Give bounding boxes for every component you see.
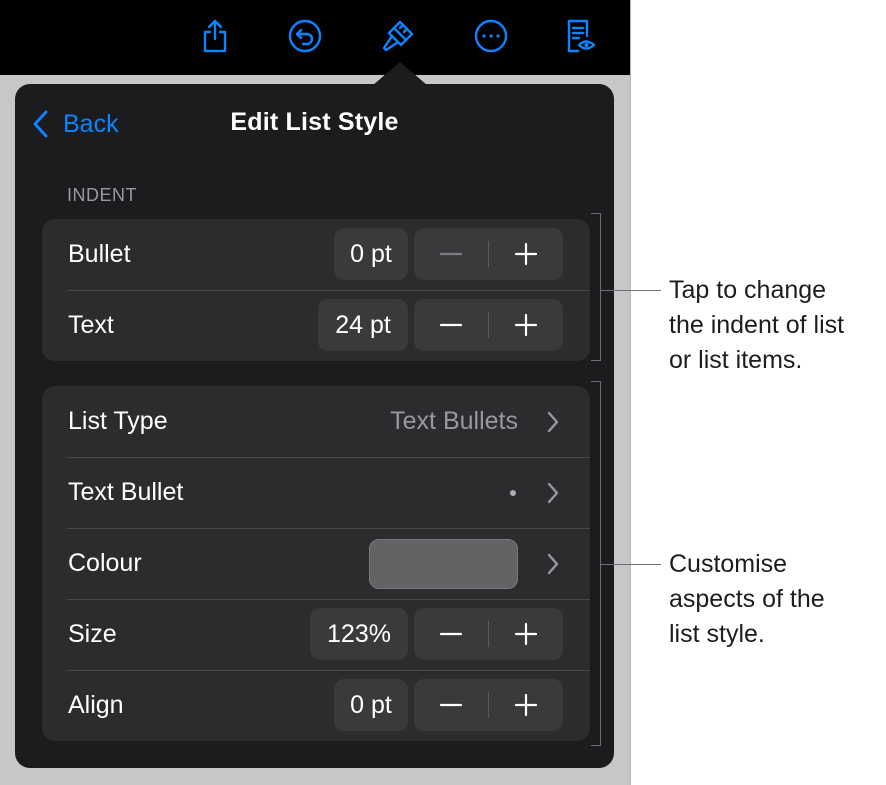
callout-line: or list items. [669, 346, 803, 374]
list-style-group: List Type Text Bullets Text Bullet Colou… [42, 386, 590, 741]
text-indent-stepper [414, 299, 563, 351]
size-increment-button[interactable] [489, 608, 563, 660]
indent-bracket [591, 213, 601, 361]
toolbar [0, 0, 630, 75]
list-type-row[interactable]: List Type Text Bullets [42, 386, 590, 457]
undo-icon[interactable] [285, 16, 325, 56]
popover-arrow [373, 62, 427, 85]
bullet-indent-label: Bullet [68, 240, 131, 268]
text-bullet-row[interactable]: Text Bullet [42, 457, 590, 528]
bullet-indent-increment-button[interactable] [489, 228, 563, 280]
bullet-indent-decrement-button[interactable] [414, 228, 488, 280]
text-indent-increment-button[interactable] [489, 299, 563, 351]
size-row: Size 123% [42, 599, 590, 670]
callout-line: Tap to change [669, 276, 827, 304]
align-decrement-button[interactable] [414, 679, 488, 731]
bullet-indent-stepper [414, 228, 563, 280]
minus-icon [439, 703, 463, 707]
callout-line: the indent of list [669, 311, 845, 339]
popover-title: Edit List Style [230, 108, 399, 136]
indent-callout: Tap to change the indent of list or list… [669, 273, 884, 378]
reading-view-icon[interactable] [559, 16, 599, 56]
device-screen: Back Edit List Style INDENT Bullet 0 pt [0, 0, 631, 785]
colour-row[interactable]: Colour [42, 528, 590, 599]
callout-line: list style. [669, 620, 765, 648]
chevron-right-icon [547, 482, 559, 504]
align-row: Align 0 pt [42, 670, 590, 741]
align-value[interactable]: 0 pt [334, 679, 408, 731]
text-bullet-label: Text Bullet [68, 478, 184, 506]
bullet-indent-value[interactable]: 0 pt [334, 228, 408, 280]
bullet-indent-row: Bullet 0 pt [42, 219, 590, 290]
list-type-label: List Type [68, 407, 168, 435]
plus-icon [514, 242, 538, 266]
align-label: Align [68, 691, 124, 719]
text-indent-value[interactable]: 24 pt [318, 299, 408, 351]
indent-section-label: INDENT [67, 185, 137, 205]
indent-group: Bullet 0 pt Text 24 pt [42, 219, 590, 361]
style-leader-line [601, 564, 661, 565]
align-stepper [414, 679, 563, 731]
plus-icon [514, 622, 538, 646]
chevron-right-icon [547, 553, 559, 575]
indent-leader-line [601, 290, 661, 291]
text-indent-label: Text [68, 311, 114, 339]
callout-line: Customise [669, 550, 788, 578]
size-decrement-button[interactable] [414, 608, 488, 660]
size-value[interactable]: 123% [310, 608, 408, 660]
callout-line: aspects of the [669, 585, 825, 613]
style-bracket [591, 381, 601, 746]
minus-icon [439, 252, 463, 256]
size-label: Size [68, 620, 117, 648]
format-brush-icon[interactable] [378, 16, 418, 56]
share-icon[interactable] [195, 16, 235, 56]
colour-label: Colour [68, 549, 142, 577]
more-icon[interactable] [471, 16, 511, 56]
plus-icon [514, 693, 538, 717]
text-bullet-preview [510, 490, 516, 496]
align-increment-button[interactable] [489, 679, 563, 731]
text-indent-decrement-button[interactable] [414, 299, 488, 351]
minus-icon [439, 323, 463, 327]
edit-list-style-popover: Back Edit List Style INDENT Bullet 0 pt [15, 84, 614, 768]
size-stepper [414, 608, 563, 660]
style-callout: Customise aspects of the list style. [669, 547, 884, 652]
text-indent-row: Text 24 pt [42, 290, 590, 361]
colour-swatch[interactable] [369, 539, 518, 589]
chevron-right-icon [547, 411, 559, 433]
plus-icon [514, 313, 538, 337]
list-type-value: Text Bullets [390, 407, 518, 435]
minus-icon [439, 632, 463, 636]
